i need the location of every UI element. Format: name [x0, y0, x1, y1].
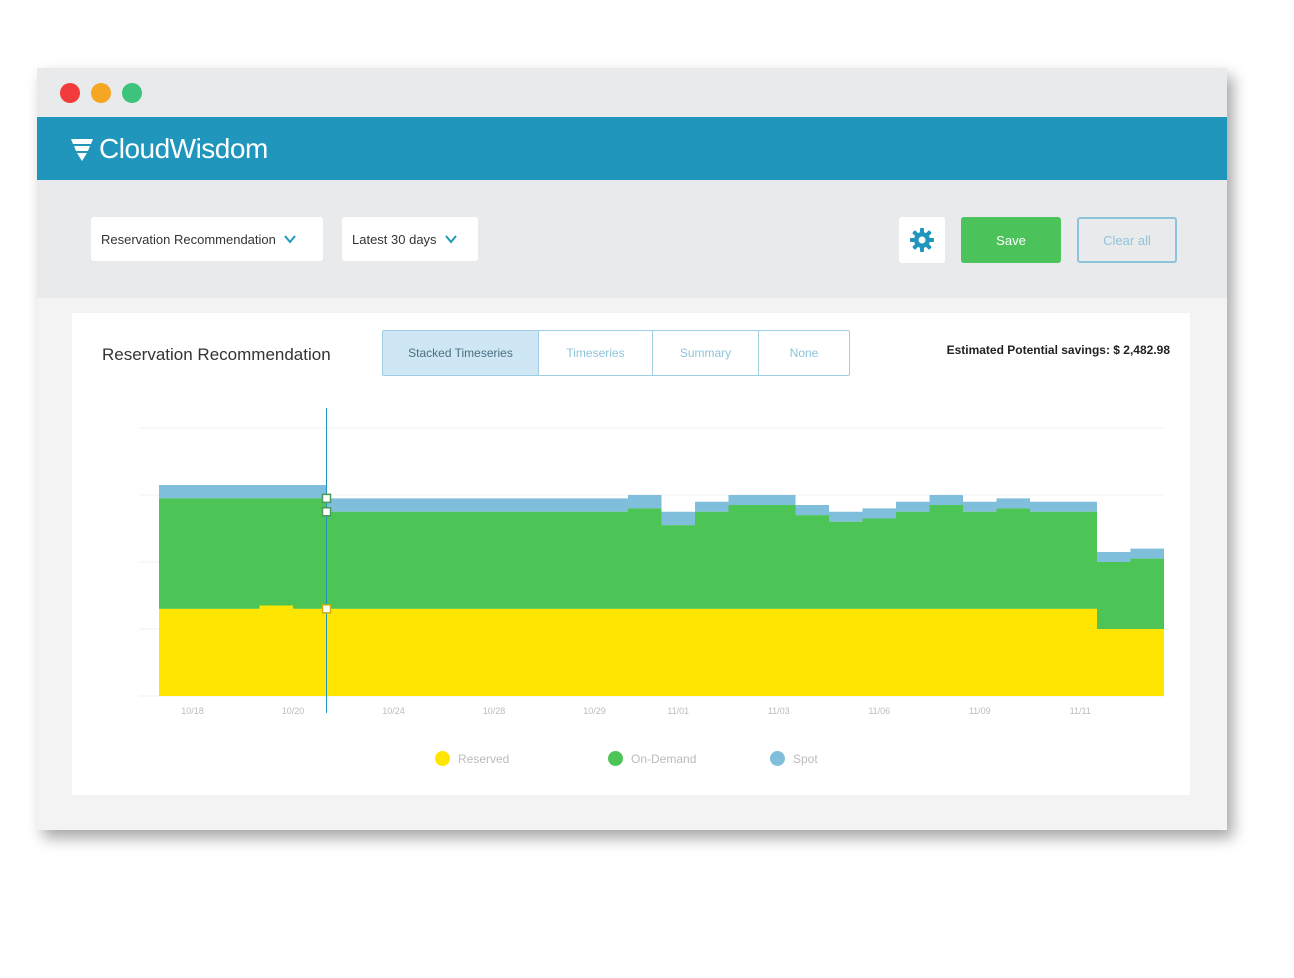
gear-icon: [910, 228, 934, 252]
chevron-down-icon: [444, 235, 457, 244]
tab-summary[interactable]: Summary: [653, 331, 759, 375]
tab-stacked-timeseries[interactable]: Stacked Timeseries: [383, 331, 539, 375]
x-tick-label: 11/11: [1070, 706, 1091, 716]
cursor-marker: [321, 604, 332, 614]
legend-item-on-demand[interactable]: On-Demand: [608, 751, 696, 766]
legend-swatch: [435, 751, 450, 766]
legend-swatch: [608, 751, 623, 766]
clear-all-button[interactable]: Clear all: [1077, 217, 1177, 263]
date-range-value: Latest 30 days: [352, 231, 437, 247]
tab-none[interactable]: None: [759, 331, 849, 375]
chevron-down-icon: [284, 235, 296, 244]
view-tabs: Stacked Timeseries Timeseries Summary No…: [382, 330, 850, 376]
chart-legend: Reserved On-Demand Spot: [72, 751, 1190, 771]
brand-logo[interactable]: CloudWisdom: [69, 133, 268, 165]
report-select-value: Reservation Recommendation: [101, 231, 276, 247]
stacked-area-chart[interactable]: 10/18 10/20 10/24 10/28 10/29 11/01 11/03 11/06…: [112, 408, 1172, 738]
estimated-savings: Estimated Potential savings: $ 2,482.98: [946, 343, 1170, 357]
save-button[interactable]: Save: [961, 217, 1061, 263]
app-header: CloudWisdom: [37, 117, 1227, 180]
cursor-marker: [321, 493, 332, 504]
main-content: Reservation Recommendation Stacked Times…: [37, 298, 1227, 830]
x-tick-label: 11/03: [768, 706, 790, 716]
settings-button[interactable]: [899, 217, 945, 263]
legend-item-reserved[interactable]: Reserved: [435, 751, 509, 766]
x-tick-label: 11/01: [667, 706, 689, 716]
tab-timeseries[interactable]: Timeseries: [539, 331, 653, 375]
x-tick-label: 10/18: [181, 706, 204, 716]
close-window-button[interactable]: [60, 83, 80, 103]
legend-label: Spot: [793, 751, 818, 766]
brand-name: CloudWisdom: [99, 133, 268, 164]
report-select[interactable]: Reservation Recommendation: [91, 217, 323, 261]
x-tick-label: 11/06: [868, 706, 890, 716]
cursor-marker: [321, 507, 332, 517]
window-titlebar: [37, 68, 1227, 117]
x-tick-label: 11/09: [969, 706, 991, 716]
app-window: CloudWisdom Reservation Recommendation L…: [37, 68, 1227, 830]
x-tick-label: 10/29: [583, 706, 606, 716]
legend-label: Reserved: [458, 751, 510, 766]
legend-label: On-Demand: [631, 751, 697, 766]
maximize-window-button[interactable]: [122, 83, 142, 103]
minimize-window-button[interactable]: [91, 83, 111, 103]
logo-icon: [71, 139, 93, 161]
x-tick-label: 10/28: [483, 706, 506, 716]
x-tick-label: 10/20: [282, 706, 305, 716]
chart-card: Reservation Recommendation Stacked Times…: [72, 313, 1190, 795]
legend-swatch: [770, 751, 785, 766]
x-tick-label: 10/24: [382, 706, 405, 716]
date-range-select[interactable]: Latest 30 days: [342, 217, 478, 261]
area-series-reserved: [159, 605, 1164, 696]
filter-toolbar: Reservation Recommendation Latest 30 day…: [37, 180, 1227, 298]
legend-item-spot[interactable]: Spot: [770, 751, 818, 766]
panel-title: Reservation Recommendation: [102, 345, 331, 364]
